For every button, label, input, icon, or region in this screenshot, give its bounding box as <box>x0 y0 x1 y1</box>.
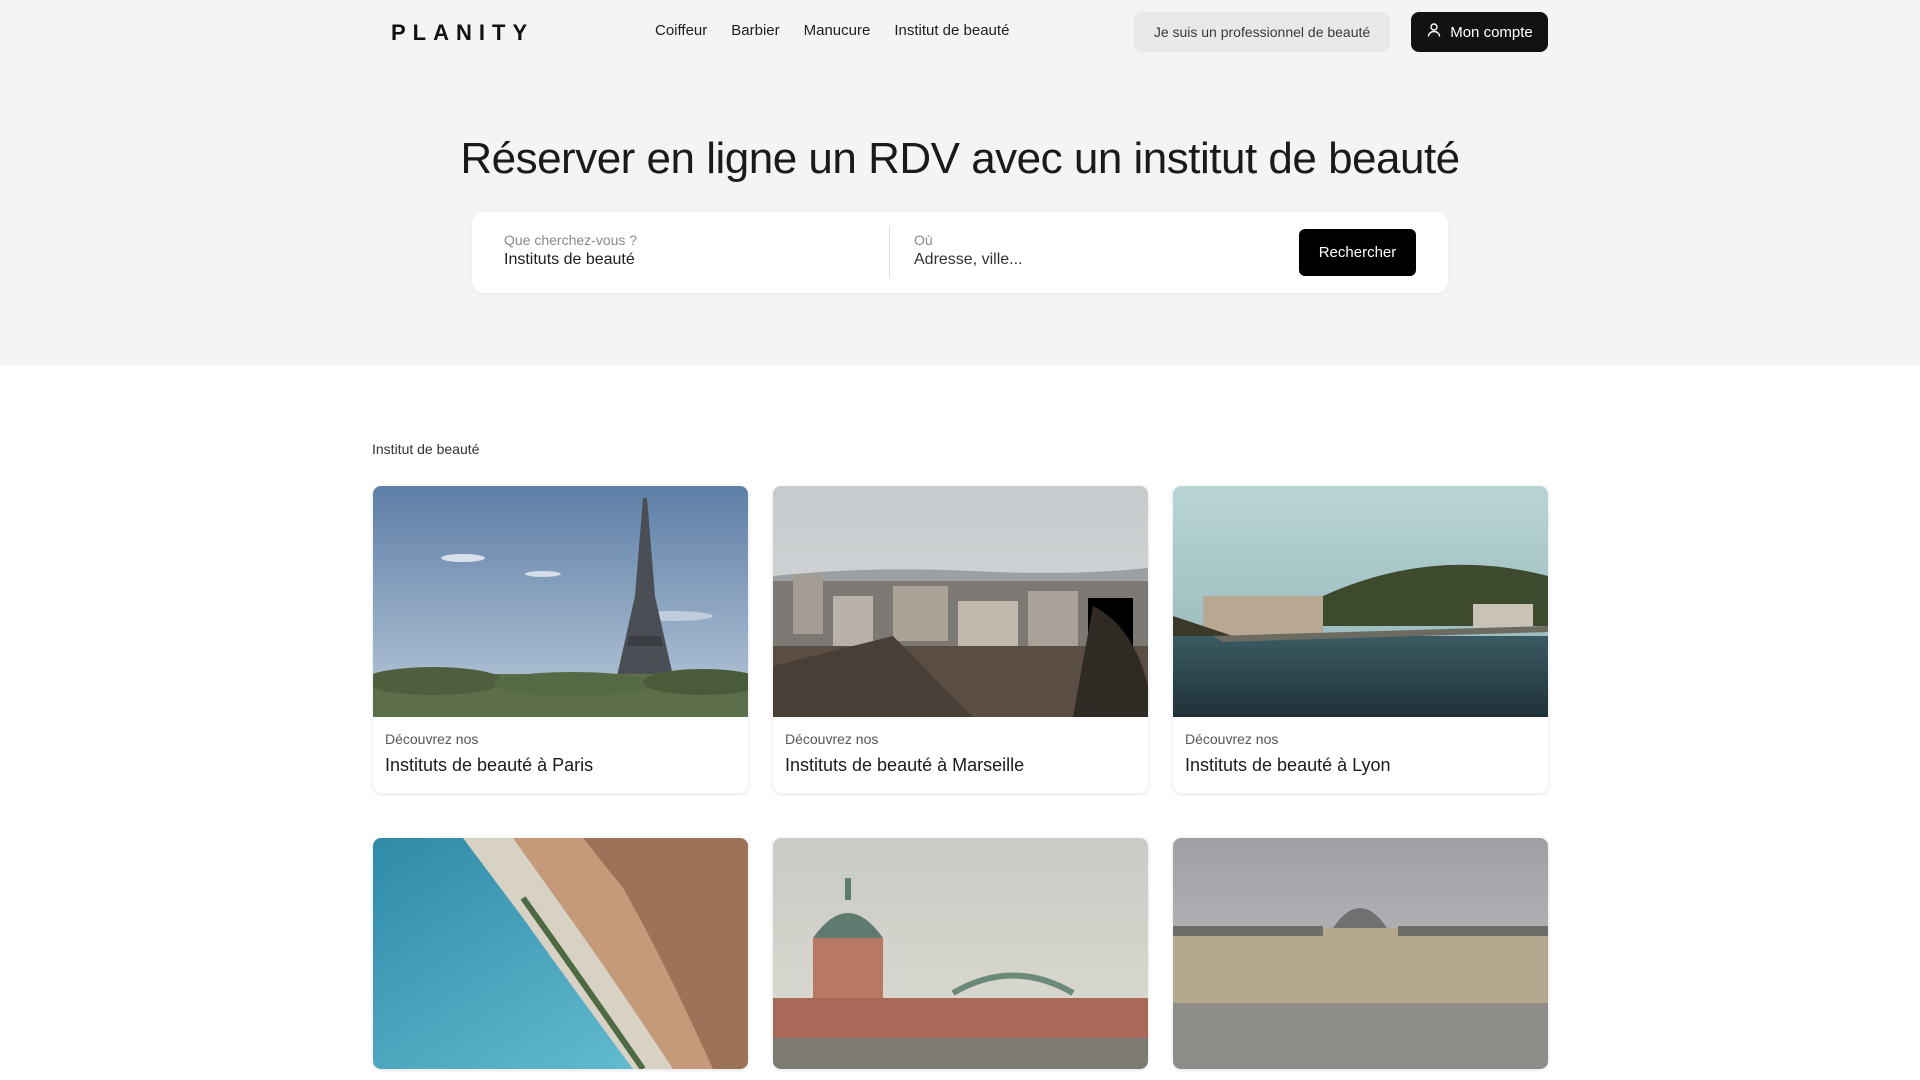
card-kicker: Découvrez nos <box>785 731 879 747</box>
where-field[interactable]: Où Adresse, ville... <box>914 232 1022 269</box>
account-button-label: Mon compte <box>1450 23 1533 41</box>
where-input[interactable]: Adresse, ville... <box>914 251 1022 269</box>
dome-image <box>773 838 1148 1069</box>
what-label: Que cherchez-vous ? <box>504 232 638 248</box>
card-title: Instituts de beauté à Lyon <box>1185 755 1391 775</box>
marseille-image <box>773 486 1148 717</box>
what-input[interactable]: Instituts de beauté <box>504 251 637 269</box>
account-button[interactable]: Mon compte <box>1411 12 1548 52</box>
city-card-4[interactable] <box>373 838 748 1069</box>
section-title: Institut de beauté <box>372 441 480 457</box>
nav-institut-de-beaute[interactable]: Institut de beauté <box>894 22 1009 39</box>
city-card-6[interactable] <box>1173 838 1548 1069</box>
city-card-lyon[interactable]: Découvrez nos Instituts de beauté à Lyon <box>1173 486 1548 793</box>
city-card-paris[interactable]: Découvrez nos Instituts de beauté à Pari… <box>373 486 748 793</box>
city-card-5[interactable] <box>773 838 1148 1069</box>
card-kicker: Découvrez nos <box>385 731 479 747</box>
planity-logo[interactable]: PLANITY <box>391 20 534 46</box>
search-divider <box>889 226 890 278</box>
city-card-marseille[interactable]: Découvrez nos Instituts de beauté à Mars… <box>773 486 1148 793</box>
card-kicker: Découvrez nos <box>1185 731 1279 747</box>
nav-barbier[interactable]: Barbier <box>731 22 779 39</box>
nav-manucure[interactable]: Manucure <box>804 22 871 39</box>
page-title: Réserver en ligne un RDV avec un institu… <box>460 134 1460 183</box>
search-button[interactable]: Rechercher <box>1299 229 1416 276</box>
search-bar: Que cherchez-vous ? Instituts de beauté … <box>472 212 1448 293</box>
beach-image <box>373 838 748 1069</box>
lyon-image <box>1173 486 1548 717</box>
what-field[interactable]: Que cherchez-vous ? Instituts de beauté <box>504 232 637 269</box>
main-nav: Coiffeur Barbier Manucure Institut de be… <box>655 22 1009 39</box>
card-body: Découvrez nos Instituts de beauté à Mars… <box>773 717 1148 793</box>
card-title: Instituts de beauté à Marseille <box>785 755 1025 775</box>
card-body: Découvrez nos Instituts de beauté à Pari… <box>373 717 748 793</box>
pro-button[interactable]: Je suis un professionnel de beauté <box>1134 12 1390 52</box>
nav-coiffeur[interactable]: Coiffeur <box>655 22 707 39</box>
paris-image <box>373 486 748 717</box>
card-body: Découvrez nos Instituts de beauté à Lyon <box>1173 717 1548 793</box>
card-title: Instituts de beauté à Paris <box>385 755 594 775</box>
where-label: Où <box>914 232 933 248</box>
user-icon <box>1426 22 1442 42</box>
square-image <box>1173 838 1548 1069</box>
